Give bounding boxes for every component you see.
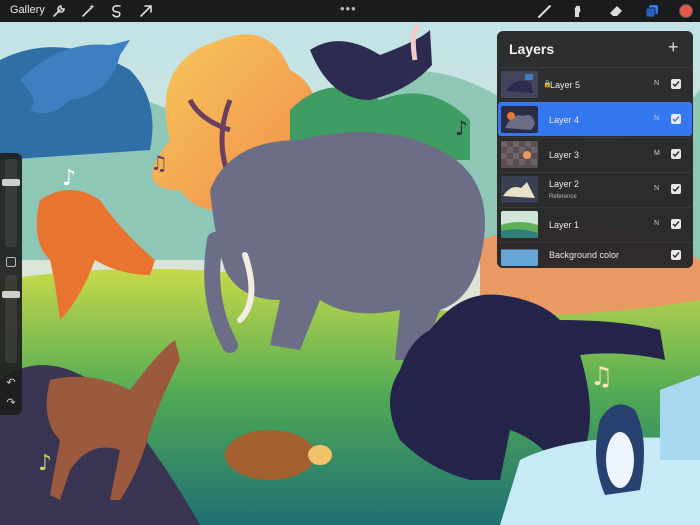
visibility-checkbox[interactable] — [671, 250, 681, 260]
layer-name: Background color — [549, 250, 620, 260]
selection-icon[interactable] — [109, 3, 125, 19]
layer-row-background[interactable]: Background color — [498, 242, 692, 268]
brush-icon[interactable] — [537, 3, 553, 19]
layer-row-2[interactable]: Layer 2 Reference N — [498, 172, 692, 206]
layers-title: Layers — [509, 41, 555, 57]
eraser-icon[interactable] — [608, 3, 624, 19]
music-note: ♪ — [62, 166, 76, 191]
layer-row-1[interactable]: Layer 1 N — [498, 207, 692, 241]
background-color-thumbnail — [501, 246, 538, 266]
layers-panel: Layers + 🔒 Layer 5 N Layer 4 N Layer 3 M… — [497, 31, 693, 268]
layer-name: Layer 4 — [549, 115, 580, 125]
transform-arrow-icon[interactable] — [138, 3, 154, 19]
undo-button[interactable]: ↶ — [4, 377, 18, 389]
visibility-checkbox[interactable] — [671, 79, 681, 89]
magic-wand-icon[interactable] — [80, 3, 96, 19]
music-note: ♫ — [150, 151, 168, 175]
modify-button[interactable] — [6, 257, 16, 267]
visibility-checkbox[interactable] — [671, 114, 681, 124]
redo-button[interactable]: ↷ — [4, 397, 18, 409]
blend-mode-button[interactable]: N — [654, 115, 659, 122]
layer-row-5[interactable]: 🔒 Layer 5 N — [498, 67, 692, 101]
layer-name: Layer 2 — [549, 179, 580, 189]
add-layer-button[interactable]: + — [668, 38, 679, 56]
visibility-checkbox[interactable] — [671, 184, 681, 194]
blend-mode-button[interactable]: N — [654, 185, 659, 192]
opacity-thumb[interactable] — [2, 291, 20, 299]
blend-mode-button[interactable]: N — [654, 220, 659, 227]
tortoise-head — [308, 445, 332, 465]
gallery-button[interactable]: Gallery — [10, 4, 45, 16]
layer-thumbnail — [501, 211, 538, 238]
more-options-button[interactable]: ••• — [340, 1, 357, 16]
wrench-icon[interactable] — [51, 3, 67, 19]
layer-reference-label: Reference — [549, 194, 577, 200]
layers-icon[interactable] — [644, 3, 660, 19]
layer-name: Layer 1 — [549, 220, 580, 230]
opacity-slider[interactable] — [2, 275, 20, 363]
visibility-checkbox[interactable] — [671, 219, 681, 229]
visibility-checkbox[interactable] — [671, 149, 681, 159]
ice-pillar — [660, 375, 700, 460]
blend-mode-button[interactable]: M — [654, 150, 660, 157]
layer-thumbnail — [501, 71, 538, 98]
tortoise — [225, 430, 315, 480]
layer-thumbnail — [501, 176, 538, 203]
layer-thumbnail — [501, 141, 538, 168]
brush-size-thumb[interactable] — [2, 179, 20, 187]
layer-name: Layer 3 — [549, 150, 580, 160]
music-note: ♪ — [38, 451, 52, 476]
brush-size-slider[interactable] — [2, 159, 20, 247]
layer-row-4[interactable]: Layer 4 N — [498, 102, 692, 136]
top-toolbar: Gallery ••• — [0, 0, 700, 22]
music-note: ♫ — [590, 362, 613, 392]
blend-mode-button[interactable]: N — [654, 80, 659, 87]
layer-row-3[interactable]: Layer 3 M — [498, 137, 692, 171]
penguin-belly — [606, 432, 634, 488]
layer-thumbnail — [501, 106, 538, 133]
music-note: ♪ — [455, 116, 468, 140]
layer-name: Layer 5 — [550, 80, 581, 90]
left-sidebar: ↶ ↷ — [0, 153, 22, 415]
smudge-icon[interactable] — [569, 3, 585, 19]
color-picker-swatch[interactable] — [679, 4, 693, 18]
